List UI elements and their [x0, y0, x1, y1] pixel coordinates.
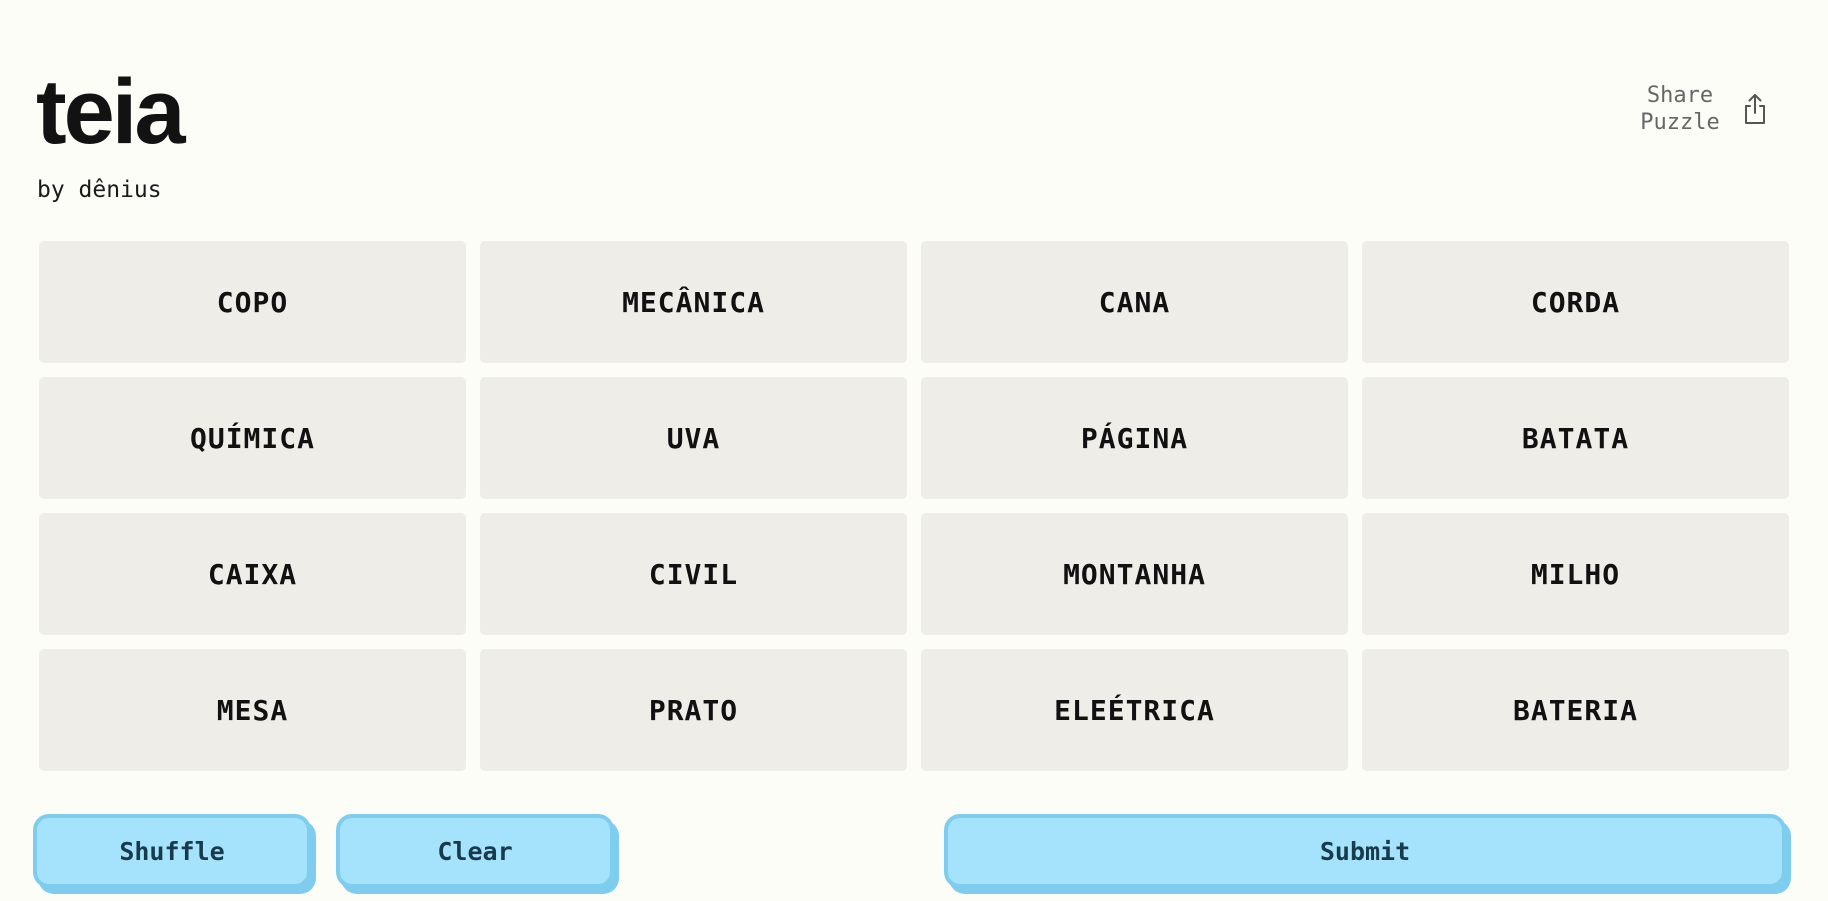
clear-button[interactable]: Clear — [336, 814, 614, 888]
word-grid: COPO MECÂNICA CANA CORDA QUÍMICA UVA PÁG… — [39, 241, 1790, 771]
word-tile[interactable]: CIVIL — [480, 513, 907, 635]
word-tile[interactable]: UVA — [480, 377, 907, 499]
word-tile[interactable]: CANA — [921, 241, 1348, 363]
word-tile[interactable]: COPO — [39, 241, 466, 363]
submit-button[interactable]: Submit — [944, 814, 1786, 888]
word-tile[interactable]: MONTANHA — [921, 513, 1348, 635]
word-tile[interactable]: MECÂNICA — [480, 241, 907, 363]
word-tile[interactable]: BATATA — [1362, 377, 1789, 499]
share-icon[interactable] — [1742, 93, 1768, 125]
word-tile[interactable]: CAIXA — [39, 513, 466, 635]
word-tile[interactable]: QUÍMICA — [39, 377, 466, 499]
word-tile[interactable]: BATERIA — [1362, 649, 1789, 771]
share-puzzle-label: Share Puzzle — [1640, 83, 1720, 135]
word-tile[interactable]: ELEÉTRICA — [921, 649, 1348, 771]
shuffle-button[interactable]: Shuffle — [33, 814, 311, 888]
word-tile[interactable]: CORDA — [1362, 241, 1789, 363]
puzzle-author: by dênius — [37, 177, 162, 203]
word-tile[interactable]: MILHO — [1362, 513, 1789, 635]
puzzle-title: teia — [36, 61, 186, 163]
share-puzzle-button[interactable]: Share Puzzle — [1632, 82, 1768, 136]
word-tile[interactable]: PRATO — [480, 649, 907, 771]
word-tile[interactable]: MESA — [39, 649, 466, 771]
word-tile[interactable]: PÁGINA — [921, 377, 1348, 499]
